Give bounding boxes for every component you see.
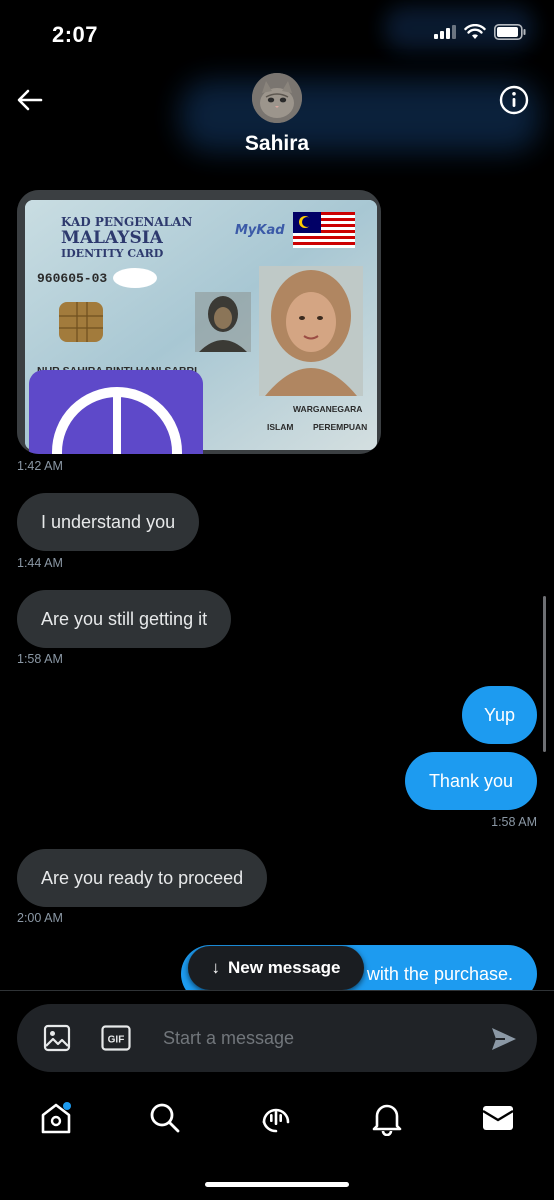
new-message-button[interactable]: ↓ New message [188,946,364,990]
incoming-message-bubble[interactable]: I understand you [17,493,200,551]
chip-image [59,302,103,342]
card-line-3: IDENTITY CARD [61,247,164,260]
back-arrow-icon [17,89,43,111]
info-icon [499,85,529,115]
tab-home[interactable] [36,1098,76,1138]
small-portrait-image [195,292,251,352]
message-timestamp: 1:44 AM [17,556,63,570]
outgoing-message-bubble[interactable]: Thank you [404,752,537,810]
home-indicator[interactable] [205,1182,349,1187]
arrow-down-icon: ↓ [211,958,221,977]
send-button[interactable] [489,1024,519,1054]
card-gender: PEREMPUAN [313,422,367,432]
back-button[interactable] [14,84,46,116]
search-icon [150,1103,180,1133]
add-media-button[interactable] [43,1024,71,1052]
message-composer: GIF [17,1004,537,1072]
gif-button[interactable]: GIF [101,1025,131,1051]
incoming-message-bubble[interactable]: Are you ready to proceed [17,849,268,907]
contact-avatar[interactable] [252,73,302,123]
message-timestamp: 1:58 AM [17,652,63,666]
scrollbar[interactable] [543,596,546,752]
malaysia-flag-image [293,212,355,248]
incoming-message-bubble[interactable]: Are you still getting it [17,590,232,648]
card-number: 960605-03 [37,271,107,286]
wifi-icon [464,24,486,39]
message-timestamp: 1:42 AM [17,459,63,473]
tab-notifications[interactable] [367,1098,407,1138]
home-icon [41,1102,71,1134]
status-time: 2:07 [52,22,99,47]
image-message[interactable]: KAD PENGENALAN MALAYSIA IDENTITY CARD My… [17,190,381,454]
status-bar: 2:07 [0,0,554,70]
contact-name[interactable]: Sahira [0,132,554,156]
message-thread[interactable]: KAD PENGENALAN MALAYSIA IDENTITY CARD My… [0,168,554,990]
card-line-1: KAD PENGENALAN [61,215,192,229]
battery-icon [494,24,526,40]
message-input[interactable] [163,1004,463,1072]
tab-search[interactable] [145,1098,185,1138]
message-timestamp: 2:00 AM [17,911,63,925]
notification-dot [63,1102,71,1110]
send-icon [492,1028,516,1050]
redaction-mark [113,268,157,288]
outgoing-message-bubble[interactable]: Yup [461,686,537,744]
composer-bar: GIF [0,990,554,1082]
portrait-photo-image [259,266,363,396]
purple-logo-overlay [29,370,203,454]
tab-spaces[interactable] [256,1098,296,1138]
new-message-label: New message [228,958,341,977]
cat-avatar-image [252,73,302,123]
gif-label: GIF [108,1035,125,1046]
message-timestamp: 1:58 AM [491,815,537,829]
id-card-photo: KAD PENGENALAN MALAYSIA IDENTITY CARD My… [17,190,381,454]
spaces-icon [262,1108,290,1133]
tab-messages[interactable] [478,1098,518,1138]
conversation-header: Sahira [0,70,554,168]
card-line-2: MALAYSIA [61,228,164,248]
card-citizenship: WARGANEGARA [293,404,362,414]
image-icon [43,1024,71,1052]
card-brand: MyKad [235,223,285,238]
card-religion: ISLAM [267,422,293,432]
messages-icon [482,1106,514,1130]
gif-icon: GIF [101,1025,131,1051]
status-icons [434,24,526,40]
conversation-info-button[interactable] [498,84,530,116]
cellular-signal-icon [434,25,456,39]
notifications-icon [372,1104,402,1136]
